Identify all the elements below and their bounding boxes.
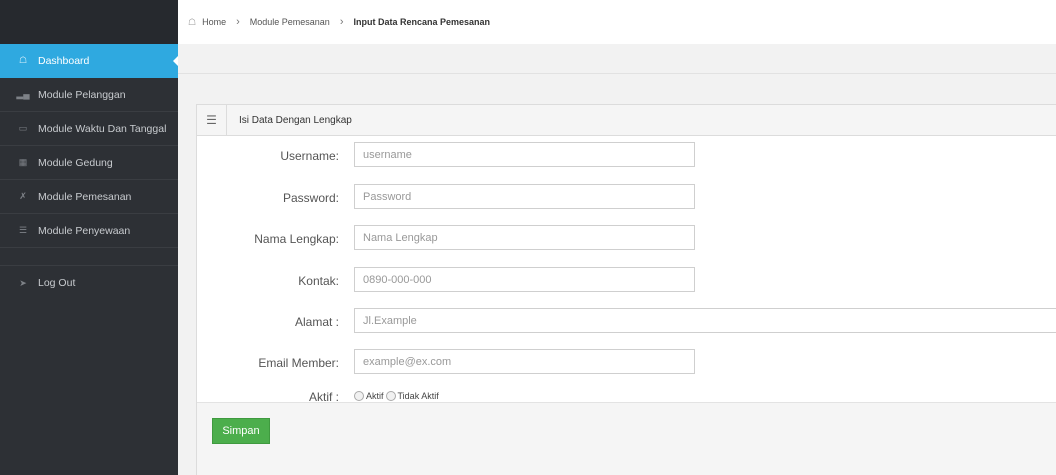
- username-input[interactable]: username: [354, 142, 695, 167]
- panel-header: ☰ Isi Data Dengan Lengkap: [197, 104, 1056, 136]
- panel-title: Isi Data Dengan Lengkap: [239, 114, 352, 126]
- kontak-input[interactable]: 0890-000-000: [354, 267, 695, 292]
- form-row-email: Email Member: example@ex.com: [197, 349, 1056, 377]
- form-row-kontak: Kontak: 0890-000-000: [197, 267, 1056, 295]
- form-row-username: Username: username: [197, 142, 1056, 170]
- nama-lengkap-input[interactable]: Nama Lengkap: [354, 225, 695, 250]
- sidebar-item-dashboard[interactable]: ☖ Dashboard: [0, 44, 179, 78]
- fullscreen-icon: ✗: [19, 191, 27, 201]
- home-icon: ☖: [188, 16, 197, 27]
- sidebar-item-module-pelanggan[interactable]: ▂▄ Module Pelanggan: [0, 78, 178, 112]
- sign-out-icon: ➤: [19, 277, 27, 288]
- sidebar: ☖ Dashboard ▂▄ Module Pelanggan ▭ Module…: [0, 0, 179, 475]
- password-input[interactable]: Password: [354, 184, 695, 209]
- breadcrumb-current: Input Data Rencana Pemesanan: [353, 17, 491, 27]
- grid-icon: ▦: [18, 157, 28, 167]
- email-member-label: Email Member:: [258, 356, 339, 370]
- sidebar-item-logout[interactable]: ➤ Log Out: [0, 266, 178, 300]
- sidebar-header: [0, 0, 178, 44]
- panel-footer: Simpan: [197, 402, 1056, 475]
- form-row-alamat: Alamat : Jl.Example: [197, 308, 1056, 336]
- kontak-label: Kontak:: [298, 274, 339, 288]
- breadcrumb: ☖ Home › Module Pemesanan › Input Data R…: [178, 0, 1056, 44]
- password-label: Password:: [282, 191, 339, 205]
- sidebar-item-label: Dashboard: [38, 54, 90, 67]
- sidebar-item-label: Module Waktu Dan Tanggal: [38, 122, 167, 135]
- radio-aktif-label: Aktif: [366, 391, 384, 401]
- radio-tidak-aktif-label: Tidak Aktif: [397, 391, 439, 401]
- sidebar-item-module-gedung[interactable]: ▦ Module Gedung: [0, 146, 178, 180]
- form-row-password: Password: Password: [197, 184, 1056, 212]
- radio-tidak-aktif[interactable]: [385, 391, 396, 401]
- desktop-icon: ▭: [18, 123, 28, 133]
- radio-aktif[interactable]: [354, 391, 364, 401]
- sidebar-item-label: Module Pemesanan: [38, 190, 132, 203]
- sidebar-item-label: Log Out: [38, 277, 76, 289]
- sidebar-item-label: Module Pelanggan: [38, 88, 126, 101]
- home-icon: ☖: [18, 55, 28, 65]
- chevron-right-icon: ›: [236, 16, 240, 28]
- breadcrumb-home[interactable]: Home: [202, 17, 226, 27]
- bar-chart-icon: ▂▄: [16, 89, 30, 99]
- main-content: ☰ Isi Data Dengan Lengkap Username: user…: [178, 44, 1056, 475]
- sidebar-item-module-waktu[interactable]: ▭ Module Waktu Dan Tanggal: [0, 112, 178, 146]
- username-label: Username:: [280, 149, 339, 163]
- email-member-input[interactable]: example@ex.com: [354, 349, 695, 374]
- alamat-label: Alamat :: [294, 315, 339, 329]
- aktif-radio-group: Aktif Tidak Aktif: [354, 391, 441, 401]
- sidebar-item-module-pemesanan[interactable]: ✗ Module Pemesanan: [0, 180, 178, 214]
- sidebar-item-label: Module Gedung: [38, 156, 113, 169]
- nama-lengkap-label: Nama Lengkap:: [254, 232, 339, 246]
- list-icon: ☰: [18, 225, 28, 235]
- page-subheader: [178, 44, 1056, 74]
- save-button[interactable]: Simpan: [212, 418, 270, 444]
- sidebar-item-label: Module Penyewaan: [38, 224, 131, 237]
- form-row-nama: Nama Lengkap: Nama Lengkap: [197, 225, 1056, 253]
- sidebar-item-module-penyewaan[interactable]: ☰ Module Penyewaan: [0, 214, 178, 248]
- alamat-input[interactable]: Jl.Example: [354, 308, 1056, 333]
- form-panel: ☰ Isi Data Dengan Lengkap Username: user…: [196, 104, 1056, 475]
- sidebar-divider: [0, 248, 178, 266]
- chevron-right-icon: ›: [339, 16, 344, 28]
- breadcrumb-module[interactable]: Module Pemesanan: [250, 17, 330, 27]
- menu-icon: ☰: [197, 104, 227, 136]
